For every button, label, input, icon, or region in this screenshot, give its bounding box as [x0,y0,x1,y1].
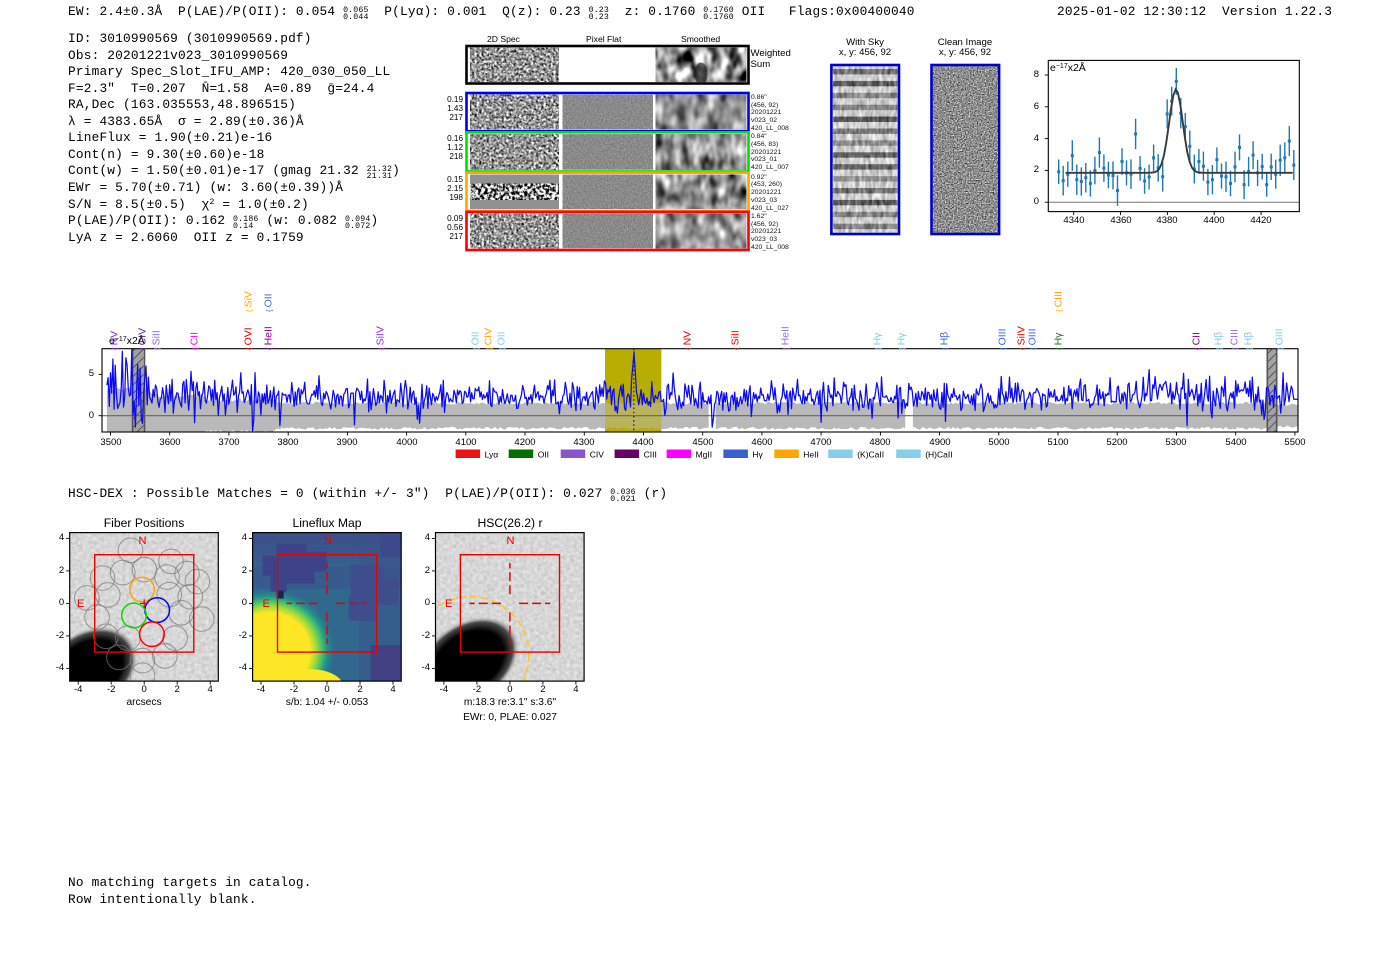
svg-text:CIII: CIII [644,450,657,460]
svg-text:{ OII: { OII [470,331,482,350]
svg-text:{ OIII: { OIII [1027,328,1039,350]
svg-text:{ OIII: { OIII [997,328,1009,350]
svg-text:{ HeII: { HeII [263,326,275,350]
svg-text:{ CII: { CII [1191,332,1203,350]
svg-text:{ SiV: { SiV [243,291,255,312]
svg-text:HeII: HeII [803,450,819,460]
svg-text:(K)CaII: (K)CaII [857,450,884,460]
svg-text:{ NV: { NV [682,331,694,350]
svg-text:{ Hγ: { Hγ [1053,332,1065,350]
svg-text:{ CIII: { CIII [1229,329,1241,350]
svg-text:{ OII: { OII [496,331,508,350]
svg-text:{ OIII: { OIII [1274,328,1286,350]
svg-text:{ HeII: { HeII [780,326,792,350]
svg-text:Lyα: Lyα [485,450,499,460]
svg-text:{ SiIV: { SiIV [375,326,387,350]
svg-text:{ CIV: { CIV [483,328,495,350]
svg-text:{ CIII: { CIII [1053,291,1065,312]
svg-text:{ Hγ: { Hγ [896,332,908,350]
svg-text:Hγ: Hγ [752,450,763,460]
svg-text:(H)CaII: (H)CaII [925,450,952,460]
svg-text:MgII: MgII [696,450,713,460]
svg-text:{ Hβ: { Hβ [939,332,951,350]
svg-text:{ OII: { OII [263,293,275,312]
svg-text:{ CII: { CII [189,332,201,350]
svg-text:OII: OII [538,450,549,460]
svg-text:{ Hβ: { Hβ [1243,332,1255,350]
svg-text:{ SiII: { SiII [730,330,742,350]
svg-text:CIV: CIV [590,450,605,460]
svg-text:{ OVI: { OVI [243,327,255,350]
svg-text:{ Hγ: { Hγ [872,332,884,350]
svg-text:{ SiII: { SiII [151,330,163,350]
svg-text:{ Hβ: { Hβ [1213,332,1225,350]
